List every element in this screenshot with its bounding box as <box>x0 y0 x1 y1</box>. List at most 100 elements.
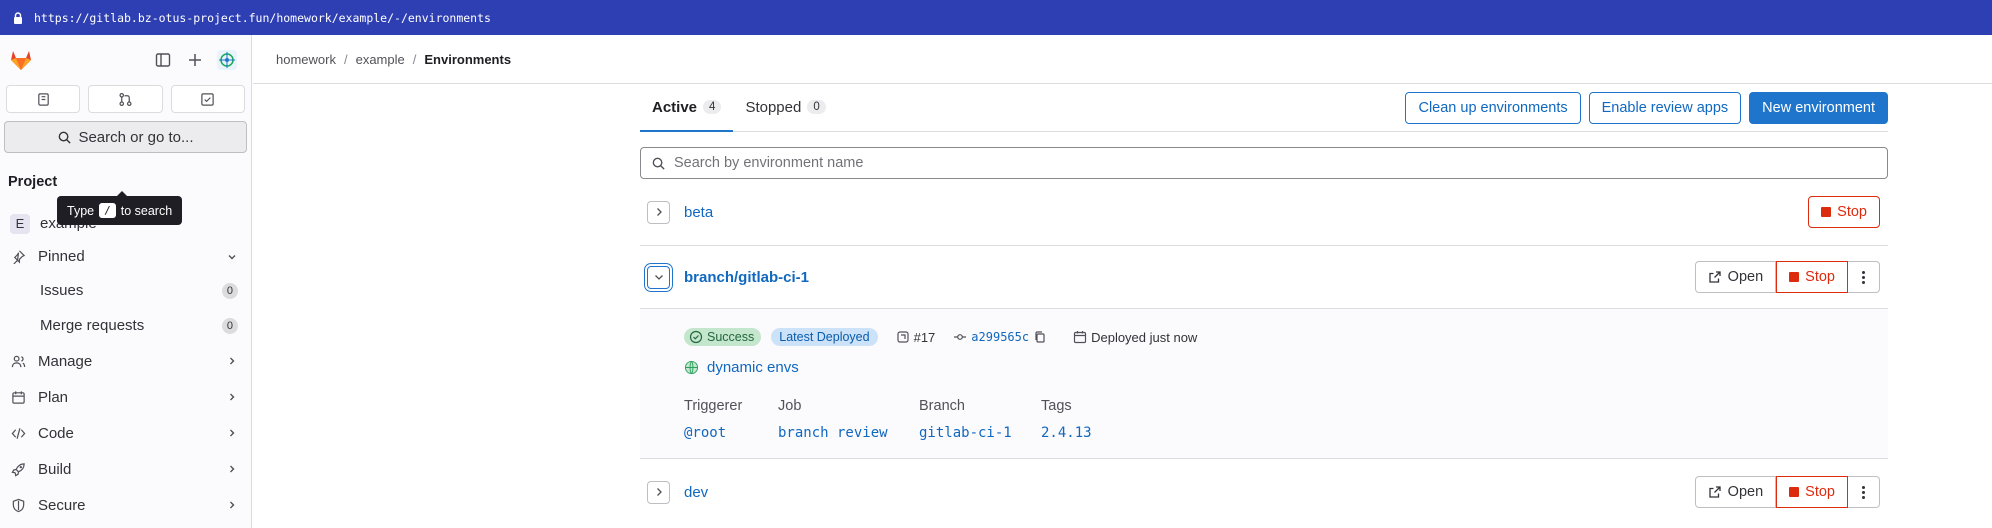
more-actions-button[interactable] <box>1848 476 1880 508</box>
search-input[interactable] <box>674 155 1877 171</box>
branch-link[interactable]: gitlab-ci-1 <box>919 425 1041 441</box>
sidebar-item-code[interactable]: Code <box>0 415 252 451</box>
check-circle-icon <box>689 330 703 344</box>
chevron-right-icon <box>230 357 235 365</box>
sidebar-item-label: Merge requests <box>40 317 145 334</box>
assigned-issues-button[interactable] <box>6 85 81 113</box>
latest-deployed-badge: Latest Deployed <box>771 328 878 346</box>
sidebar-item-label: Manage <box>38 352 93 370</box>
shield-icon <box>10 497 26 513</box>
chevron-right-icon <box>230 465 235 473</box>
tooltip-suffix: to search <box>120 203 173 218</box>
environment-row: branch/gitlab-ci-1 Open Stop <box>640 246 1888 309</box>
sidebar-item-plan[interactable]: Plan <box>0 379 252 415</box>
merge-requests-count-badge: 0 <box>221 317 238 334</box>
sidebar-item-issues[interactable]: Issues 0 <box>0 273 252 308</box>
sidebar-item-label: Plan <box>38 388 69 406</box>
breadcrumb-item-project[interactable]: example <box>356 52 405 67</box>
collapse-environment-button[interactable] <box>647 265 670 289</box>
stop-label: Stop <box>1837 204 1867 220</box>
deployed-time-text: Deployed just now <box>1091 329 1198 345</box>
chevron-right-icon <box>656 488 662 496</box>
deployments-icon <box>896 331 909 343</box>
tab-label: Stopped <box>745 98 802 116</box>
deployment-table-row: @root branch review gitlab-ci-1 2.4.13 <box>684 425 1141 441</box>
browser-url-bar[interactable]: https://gitlab.bz-otus-project.fun/homew… <box>0 0 1992 35</box>
breadcrumb-separator: / <box>343 51 348 67</box>
tab-count-badge: 4 <box>703 100 722 114</box>
header-job: Job <box>778 398 802 414</box>
merge-requests-button[interactable] <box>88 85 163 113</box>
create-new-button[interactable] <box>179 44 211 76</box>
expand-environment-button[interactable] <box>647 480 670 504</box>
gitlab-logo-icon[interactable] <box>8 47 34 73</box>
users-icon <box>10 353 26 369</box>
open-environment-button[interactable]: Open <box>1694 261 1777 293</box>
stop-environment-button[interactable]: Stop <box>1808 196 1880 228</box>
chevron-down-icon <box>654 275 663 280</box>
merge-request-icon <box>119 92 132 106</box>
todo-list-button[interactable] <box>170 85 245 113</box>
sidebar-item-merge-requests[interactable]: Merge requests 0 <box>0 308 252 343</box>
copy-icon[interactable] <box>1033 330 1047 344</box>
issues-count-badge: 0 <box>221 282 238 299</box>
expand-environment-button[interactable] <box>647 200 670 224</box>
kebab-icon <box>1862 485 1865 499</box>
job-link[interactable]: branch review <box>778 425 919 441</box>
project-avatar: E <box>10 213 30 234</box>
clean-up-environments-button[interactable]: Clean up environments <box>1405 92 1581 124</box>
environment-tabs: Active 4 Stopped 0 Clean up environments… <box>640 84 1888 132</box>
environment-name-link[interactable]: beta <box>684 204 713 221</box>
more-actions-button[interactable] <box>1848 261 1880 293</box>
external-link-icon <box>1709 486 1721 498</box>
user-avatar-button[interactable] <box>211 44 243 76</box>
environment-url-link[interactable]: dynamic envs <box>684 359 799 376</box>
breadcrumb: homework / example / Environments <box>253 35 1992 84</box>
commit-sha-link[interactable]: a299565c <box>971 330 1029 344</box>
triggerer-link[interactable]: @root <box>684 425 778 441</box>
tab-stopped[interactable]: Stopped 0 <box>733 83 837 131</box>
status-badge[interactable]: Success <box>684 328 762 346</box>
new-environment-button[interactable]: New environment <box>1749 92 1888 124</box>
breadcrumb-item-group[interactable]: homework <box>276 52 336 67</box>
plus-icon <box>189 54 201 66</box>
chevron-right-icon <box>230 429 235 437</box>
header-tags: Tags <box>1041 398 1072 414</box>
environment-row: dev Open Stop <box>640 459 1888 525</box>
kebab-icon <box>1862 270 1865 284</box>
environments-page: Active 4 Stopped 0 Clean up environments… <box>640 84 1888 525</box>
environment-name-link[interactable]: dev <box>684 484 708 501</box>
sidebar-item-build[interactable]: Build <box>0 451 252 487</box>
globe-icon <box>684 360 699 375</box>
environment-name-link[interactable]: branch/gitlab-ci-1 <box>684 269 809 286</box>
pinned-label: Pinned <box>38 248 85 265</box>
calendar-icon <box>10 389 26 405</box>
sidebar-item-label: Secure <box>38 496 86 514</box>
url-text: https://gitlab.bz-otus-project.fun/homew… <box>34 10 491 25</box>
stop-environment-button[interactable]: Stop <box>1776 476 1848 508</box>
sidebar-item-secure[interactable]: Secure <box>0 487 252 523</box>
search-or-go-to-button[interactable]: Search or go to... <box>4 121 247 153</box>
open-environment-button[interactable]: Open <box>1694 476 1777 508</box>
sidebar-item-label: Build <box>38 460 72 478</box>
stop-icon <box>1789 272 1800 282</box>
sidebar-item-label: Code <box>38 424 74 442</box>
header-triggerer: Triggerer <box>684 398 743 414</box>
sidebar-item-pinned[interactable]: Pinned <box>0 240 252 273</box>
stop-environment-button[interactable]: Stop <box>1776 261 1848 293</box>
sidebar-item-manage[interactable]: Manage <box>0 343 252 379</box>
commit-info: a299565c <box>953 330 1047 344</box>
deployment-id-text: #17 <box>913 329 936 345</box>
tab-active[interactable]: Active 4 <box>640 83 734 132</box>
avatar-icon <box>217 50 237 70</box>
tag-link[interactable]: 2.4.13 <box>1041 425 1141 441</box>
tab-count-badge: 0 <box>807 100 826 114</box>
deployed-time: Deployed just now <box>1073 330 1197 345</box>
collapse-sidebar-button[interactable] <box>147 44 179 76</box>
breadcrumb-item-current[interactable]: Environments <box>424 52 511 67</box>
lock-icon <box>14 11 22 24</box>
enable-review-apps-button[interactable]: Enable review apps <box>1588 92 1742 124</box>
tooltip-prefix: Type <box>67 203 95 218</box>
open-label: Open <box>1727 269 1764 285</box>
search-button-label: Search or go to... <box>78 128 194 146</box>
